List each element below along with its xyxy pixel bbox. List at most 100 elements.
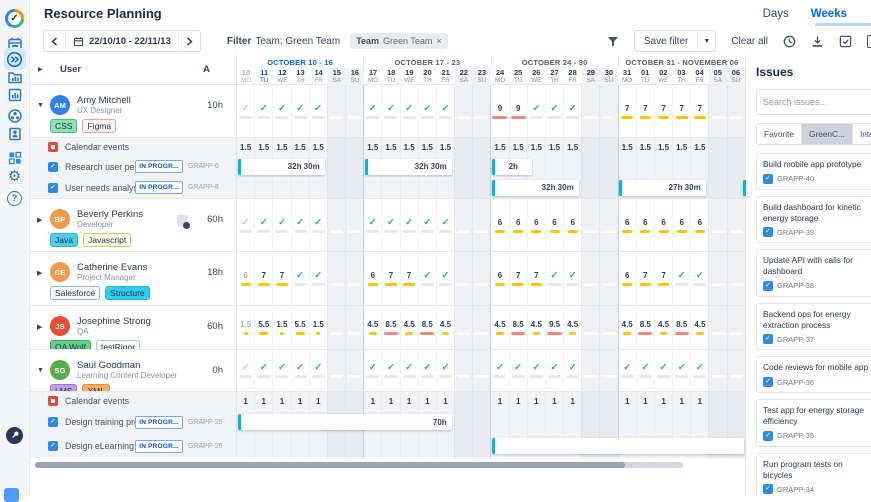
day-cell[interactable]: [345, 199, 363, 251]
day-cell[interactable]: 7: [690, 85, 708, 137]
day-cell[interactable]: [708, 410, 726, 434]
day-cell[interactable]: 4.5: [490, 306, 508, 349]
week-header-cell[interactable]: OCTOBER 24 - 30: [491, 55, 618, 68]
day-cell[interactable]: 4.5: [654, 306, 672, 349]
day-cell[interactable]: ✓: [690, 252, 708, 305]
day-cell[interactable]: [727, 252, 745, 305]
booking-bar[interactable]: 32h 30m: [365, 159, 452, 175]
expand-user-icon[interactable]: ▶: [37, 323, 42, 331]
day-cell[interactable]: 1.5: [254, 138, 272, 156]
day-cell[interactable]: ✓: [400, 85, 418, 137]
day-cell[interactable]: ✓: [490, 350, 508, 391]
day-cell[interactable]: [599, 156, 617, 177]
help-icon[interactable]: ?: [4, 187, 26, 209]
day-cell[interactable]: ✓: [272, 350, 290, 391]
day-cell[interactable]: 1: [363, 392, 381, 410]
day-cell[interactable]: [309, 177, 327, 198]
day-cell[interactable]: [727, 306, 745, 349]
day-cell[interactable]: [472, 177, 490, 198]
day-cell[interactable]: 6: [690, 199, 708, 251]
day-cell[interactable]: 1.5: [363, 138, 381, 156]
day-cell[interactable]: 1: [509, 392, 527, 410]
booking-bar[interactable]: 70h: [238, 414, 452, 430]
day-cell[interactable]: 1.5: [436, 138, 454, 156]
day-cell[interactable]: [381, 177, 399, 198]
day-cell[interactable]: [454, 199, 472, 251]
day-cell[interactable]: [654, 156, 672, 177]
day-cell[interactable]: [345, 177, 363, 198]
day-cell[interactable]: [454, 410, 472, 434]
day-cell[interactable]: 1: [527, 392, 545, 410]
day-cell[interactable]: [454, 85, 472, 137]
day-cell[interactable]: [345, 350, 363, 391]
day-cell[interactable]: [472, 252, 490, 305]
bar-chart-icon[interactable]: [4, 84, 26, 106]
day-cell[interactable]: ✓: [381, 199, 399, 251]
day-cell[interactable]: [599, 306, 617, 349]
day-cell[interactable]: [272, 434, 290, 458]
day-cell[interactable]: 6: [509, 199, 527, 251]
day-cell[interactable]: [581, 392, 599, 410]
day-cell[interactable]: [363, 434, 381, 458]
day-cell[interactable]: 7: [527, 252, 545, 305]
day-cell[interactable]: ✓: [436, 350, 454, 391]
collapse-user-icon[interactable]: ▼: [37, 102, 44, 109]
day-cell[interactable]: [599, 392, 617, 410]
day-cell[interactable]: [708, 177, 726, 198]
day-header-cell[interactable]: 27TH: [545, 68, 563, 85]
day-header-cell[interactable]: 30SU: [600, 68, 618, 85]
day-cell[interactable]: [454, 177, 472, 198]
day-cell[interactable]: 7: [636, 252, 654, 305]
edit-checkbox-icon[interactable]: [839, 35, 852, 48]
day-cell[interactable]: [708, 156, 726, 177]
day-cell[interactable]: [381, 434, 399, 458]
day-cell[interactable]: ✓: [363, 350, 381, 391]
day-header-cell[interactable]: 01TU: [636, 68, 654, 85]
day-header-cell[interactable]: 16SU: [346, 68, 364, 85]
day-header-cell[interactable]: 15SA: [328, 68, 346, 85]
day-cell[interactable]: ✓: [309, 350, 327, 391]
day-cell[interactable]: [599, 252, 617, 305]
day-cell[interactable]: 6: [618, 199, 636, 251]
day-cell[interactable]: [327, 306, 345, 349]
expand-user-icon[interactable]: ▶: [37, 269, 42, 277]
day-cell[interactable]: 7: [654, 252, 672, 305]
day-cell[interactable]: [708, 350, 726, 391]
day-cell[interactable]: ✓: [381, 85, 399, 137]
day-cell[interactable]: [327, 350, 345, 391]
day-cell[interactable]: [454, 156, 472, 177]
day-header-cell[interactable]: 21FR: [437, 68, 455, 85]
pinned-shortcut-icon[interactable]: [4, 488, 19, 502]
day-cell[interactable]: 6: [490, 199, 508, 251]
day-header-cell[interactable]: 02WE: [654, 68, 672, 85]
issue-card[interactable]: Update API with calls for dashboard✓GRAP…: [756, 249, 871, 297]
day-cell[interactable]: 6: [618, 252, 636, 305]
save-filter-button[interactable]: Save filter ▼: [634, 30, 716, 52]
issues-search-input[interactable]: [756, 89, 871, 115]
day-header-cell[interactable]: 22SA: [455, 68, 473, 85]
day-cell[interactable]: 8.5: [672, 306, 690, 349]
booking-bar[interactable]: 32h 30m: [492, 180, 579, 196]
day-cell[interactable]: [708, 199, 726, 251]
day-cell[interactable]: [636, 156, 654, 177]
day-cell[interactable]: [708, 85, 726, 137]
day-cell[interactable]: [363, 177, 381, 198]
day-cell[interactable]: ✓: [527, 350, 545, 391]
day-cell[interactable]: 7: [672, 85, 690, 137]
day-cell[interactable]: 6: [563, 199, 581, 251]
day-cell[interactable]: 1.5: [654, 138, 672, 156]
day-cell[interactable]: 6: [654, 199, 672, 251]
day-cell[interactable]: ✓: [237, 85, 254, 137]
day-cell[interactable]: 8.5: [636, 306, 654, 349]
day-cell[interactable]: [708, 252, 726, 305]
issue-card[interactable]: Code reviews for mobile app✓GRAPP-36: [756, 356, 871, 393]
day-cell[interactable]: [727, 410, 745, 434]
day-cell[interactable]: [454, 392, 472, 410]
collapse-user-icon[interactable]: ▼: [37, 367, 44, 374]
day-cell[interactable]: ✓: [436, 252, 454, 305]
day-cell[interactable]: [345, 306, 363, 349]
day-header-cell[interactable]: 20TH: [418, 68, 436, 85]
day-header-cell[interactable]: 13TH: [291, 68, 309, 85]
day-cell[interactable]: [309, 434, 327, 458]
day-cell[interactable]: ✓: [400, 350, 418, 391]
